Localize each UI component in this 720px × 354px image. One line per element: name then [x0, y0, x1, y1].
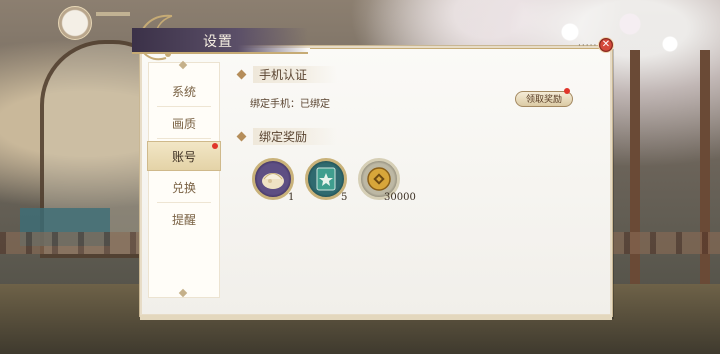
- pillar-decoration: [700, 50, 710, 310]
- reward-section-header: 绑定奖励: [236, 127, 338, 145]
- sidebar-item-reminder[interactable]: 提醒: [149, 205, 219, 235]
- sidebar-item-account[interactable]: 账号: [147, 141, 221, 171]
- item-quantity: 1: [288, 192, 295, 203]
- divider: [157, 138, 211, 139]
- notification-dot-icon: [564, 88, 570, 94]
- diamond-bullet-icon: [236, 131, 247, 141]
- divider: [157, 202, 211, 203]
- coin-icon: [367, 167, 391, 191]
- sidebar-item-label: 兑换: [171, 181, 196, 195]
- settings-sidebar: 系统 画质 账号 兑换 提醒: [147, 62, 221, 298]
- divider: [157, 106, 211, 107]
- close-decoration: ·····: [578, 41, 598, 51]
- phone-section-header: 手机认证: [236, 65, 338, 83]
- sidebar-item-label: 画质: [171, 117, 196, 131]
- sidebar-item-label: 提醒: [171, 213, 196, 227]
- book-icon: [316, 167, 336, 191]
- sidebar-item-redeem[interactable]: 兑换: [149, 173, 219, 203]
- notification-dot-icon: [212, 143, 218, 149]
- section-title: 手机认证: [253, 65, 338, 83]
- title-divider: [310, 48, 606, 49]
- dialog-title: 设置: [203, 34, 233, 50]
- section-title: 绑定奖励: [253, 127, 338, 145]
- pillar-decoration: [630, 50, 640, 310]
- sidebar-item-label: 账号: [171, 150, 196, 164]
- item-quantity: 30000: [384, 192, 416, 203]
- dialog-bottom-trim: [140, 315, 612, 320]
- player-name-bar: [96, 12, 130, 16]
- player-avatar[interactable]: [58, 6, 92, 40]
- sidebar-item-graphics[interactable]: 画质: [149, 109, 219, 139]
- item-quantity: 5: [341, 192, 348, 203]
- close-icon[interactable]: ✕: [598, 37, 614, 53]
- phone-bind-status: 绑定手机：已绑定: [250, 99, 330, 110]
- sidebar-item-label: 系统: [171, 85, 196, 99]
- diamond-bullet-icon: [236, 69, 247, 79]
- sidebar-item-system[interactable]: 系统: [149, 77, 219, 107]
- fan-bun-icon: [262, 173, 284, 189]
